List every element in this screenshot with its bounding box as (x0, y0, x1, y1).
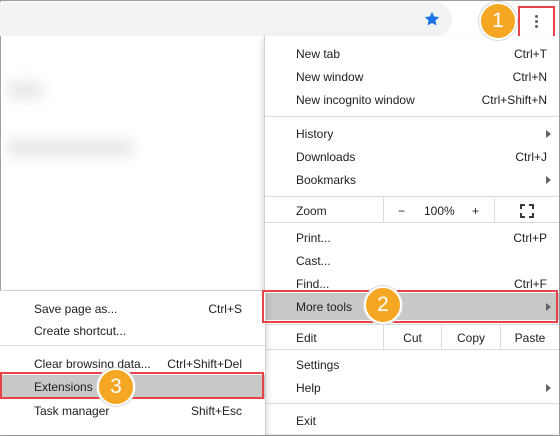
menu-item-label: Bookmarks (296, 173, 357, 187)
menu-item-shortcut: Ctrl+Shift+Del (167, 357, 242, 371)
cut-button[interactable]: Cut (384, 331, 441, 345)
menu-item-label: Cast... (296, 254, 331, 268)
zoom-out-button[interactable]: − (398, 204, 405, 218)
zoom-divider (383, 196, 384, 222)
address-bar[interactable] (0, 2, 452, 36)
menu-item-print[interactable]: Print... Ctrl+P (265, 226, 559, 249)
menu-separator (265, 403, 559, 404)
menu-item-label: Settings (296, 358, 340, 372)
paste-button[interactable]: Paste (501, 331, 559, 345)
menu-item-new-window[interactable]: New window Ctrl+N (265, 65, 559, 88)
zoom-level: 100% (424, 204, 455, 218)
menu-item-label: Zoom (296, 204, 327, 218)
chrome-main-menu: New tab Ctrl+T New window Ctrl+N New inc… (264, 36, 559, 434)
menu-item-new-incognito[interactable]: New incognito window Ctrl+Shift+N (265, 88, 559, 111)
menu-item-label: Help (296, 381, 321, 395)
more-tools-highlight (262, 290, 558, 323)
fullscreen-icon[interactable] (520, 204, 534, 218)
menu-item-label: Task manager (34, 404, 110, 418)
menu-item-shortcut: Ctrl+T (514, 47, 547, 61)
step-badge-2: 2 (364, 286, 402, 324)
menu-item-downloads[interactable]: Downloads Ctrl+J (265, 145, 559, 168)
menu-item-label: Save page as... (34, 302, 118, 316)
menu-item-help[interactable]: Help (265, 376, 559, 399)
submenu-item-save-page[interactable]: Save page as... Ctrl+S (0, 297, 265, 320)
menu-item-exit[interactable]: Exit (265, 409, 559, 432)
menu-item-shortcut: Ctrl+Shift+N (481, 93, 547, 107)
menu-item-label: Find... (296, 277, 330, 291)
chevron-right-icon (546, 384, 551, 392)
menu-item-label: New tab (296, 47, 341, 61)
menu-item-shortcut: Ctrl+P (513, 231, 547, 245)
menu-item-zoom: Zoom − 100% + (265, 196, 559, 222)
zoom-in-button[interactable]: + (472, 204, 479, 218)
menu-item-label: Downloads (296, 150, 356, 164)
menu-item-bookmarks[interactable]: Bookmarks (265, 168, 559, 191)
menu-item-shortcut: Ctrl+N (512, 70, 547, 84)
menu-item-label: New incognito window (296, 93, 415, 107)
menu-item-label: Exit (296, 414, 317, 428)
menu-item-label: Print... (296, 231, 331, 245)
menu-separator (265, 116, 559, 117)
step-badge-3: 3 (97, 368, 135, 406)
zoom-divider (494, 196, 495, 222)
menu-item-shortcut: Ctrl+J (515, 150, 547, 164)
menu-item-edit: Edit Cut Copy Paste (265, 324, 559, 349)
more-tools-submenu: Save page as... Ctrl+S Create shortcut..… (0, 290, 266, 435)
blurred-content (6, 82, 44, 98)
menu-separator (265, 222, 559, 223)
menu-item-label: History (296, 127, 334, 141)
menu-item-shortcut: Shift+Esc (190, 404, 242, 418)
menu-item-shortcut: Ctrl+F (514, 277, 547, 291)
menu-item-settings[interactable]: Settings (265, 353, 559, 376)
star-icon[interactable] (423, 10, 441, 28)
chevron-right-icon (546, 176, 551, 184)
submenu-item-task-manager[interactable]: Task manager Shift+Esc (0, 399, 265, 422)
menu-item-label: New window (296, 70, 364, 84)
chevron-right-icon (546, 130, 551, 138)
submenu-item-create-shortcut[interactable]: Create shortcut... (0, 319, 265, 342)
blurred-content (6, 140, 134, 156)
menu-separator (265, 349, 559, 350)
menu-item-label: Clear browsing data... (34, 357, 151, 371)
menu-item-cast[interactable]: Cast... (265, 249, 559, 272)
menu-button-highlight (518, 6, 555, 39)
menu-separator (0, 345, 265, 346)
copy-button[interactable]: Copy (442, 331, 500, 345)
menu-item-label: Create shortcut... (34, 324, 127, 338)
menu-item-new-tab[interactable]: New tab Ctrl+T (265, 42, 559, 65)
menu-separator (265, 196, 559, 197)
menu-item-history[interactable]: History (265, 122, 559, 145)
menu-item-shortcut: Ctrl+S (208, 302, 242, 316)
step-badge-1: 1 (479, 2, 517, 40)
menu-item-label: Edit (296, 331, 317, 345)
